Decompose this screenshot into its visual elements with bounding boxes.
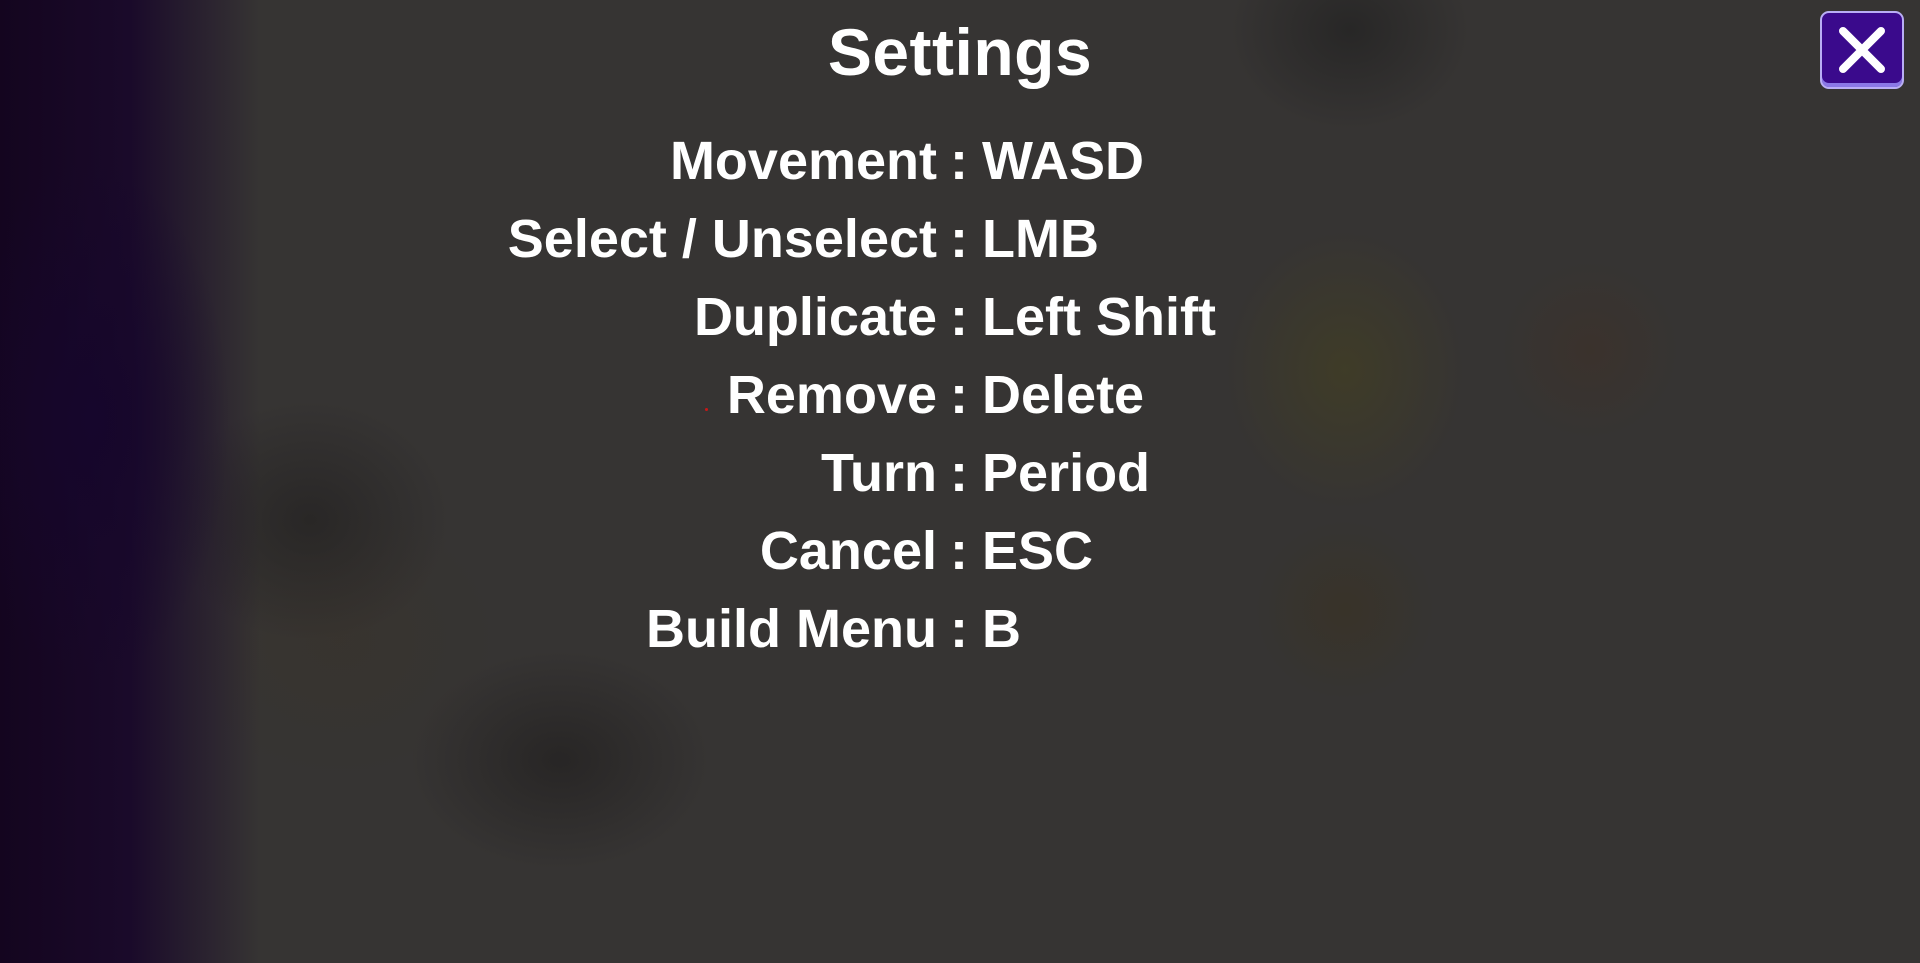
keybinding-row-turn: Turn : Period — [0, 434, 1920, 512]
keybinding-row-remove: Remove : Delete — [0, 356, 1920, 434]
key-value: B — [982, 599, 1021, 659]
cursor-dot — [705, 408, 708, 411]
keybinding-row-select: Select / Unselect : LMB — [0, 200, 1920, 278]
separator: : — [950, 365, 968, 425]
key-value: WASD — [982, 131, 1144, 191]
action-label: Movement — [669, 131, 937, 191]
close-x-icon — [1839, 27, 1885, 73]
key-value: Left Shift — [982, 287, 1216, 347]
keybinding-list: Movement : WASD Select / Unselect : LMB … — [0, 122, 1920, 668]
key-value: Delete — [982, 365, 1145, 425]
separator: : — [950, 443, 968, 503]
action-label: Select / Unselect — [507, 209, 937, 269]
keybinding-row-cancel: Cancel : ESC — [0, 512, 1920, 590]
settings-title: Settings — [827, 15, 1093, 89]
action-label: Duplicate — [693, 287, 937, 347]
key-value: ESC — [982, 521, 1094, 581]
keybinding-row-duplicate: Duplicate : Left Shift — [0, 278, 1920, 356]
separator: : — [950, 209, 968, 269]
keybinding-row-build-menu: Build Menu : B — [0, 590, 1920, 668]
key-value: Period — [982, 443, 1151, 503]
separator: : — [950, 131, 968, 191]
keybinding-row-movement: Movement : WASD — [0, 122, 1920, 200]
action-label: Cancel — [759, 521, 937, 581]
separator: : — [950, 287, 968, 347]
separator: : — [950, 599, 968, 659]
separator: : — [950, 521, 968, 581]
action-label: Build Menu — [646, 599, 937, 659]
close-button[interactable] — [1820, 11, 1904, 89]
action-label: Remove — [726, 365, 937, 425]
key-value: LMB — [982, 209, 1099, 269]
action-label: Turn — [821, 443, 937, 503]
